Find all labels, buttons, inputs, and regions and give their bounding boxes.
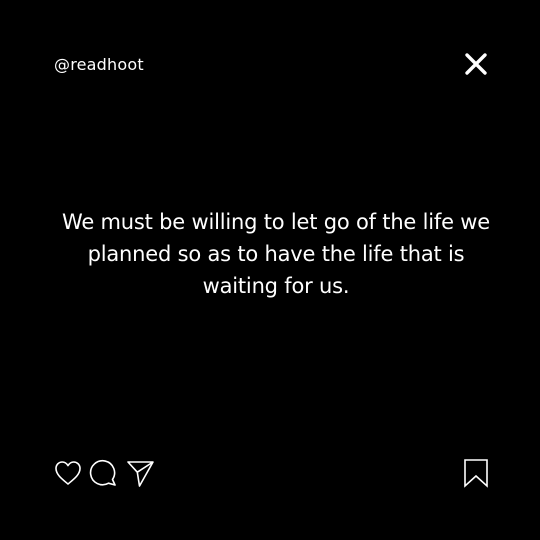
close-button[interactable] — [464, 52, 488, 76]
close-icon — [465, 53, 487, 75]
bookmark-icon — [464, 459, 488, 488]
like-button[interactable] — [53, 458, 83, 488]
account-handle[interactable]: @readhoot — [54, 54, 144, 76]
comment-button[interactable] — [89, 458, 119, 488]
quote-post-card: @readhoot We must be willing to let go o… — [0, 0, 540, 540]
heart-icon — [55, 461, 81, 485]
save-button[interactable] — [461, 458, 491, 488]
comment-icon — [89, 460, 116, 486]
quote-text: We must be willing to let go of the life… — [62, 210, 490, 298]
paper-plane-icon — [127, 461, 154, 487]
share-button[interactable] — [125, 458, 155, 488]
